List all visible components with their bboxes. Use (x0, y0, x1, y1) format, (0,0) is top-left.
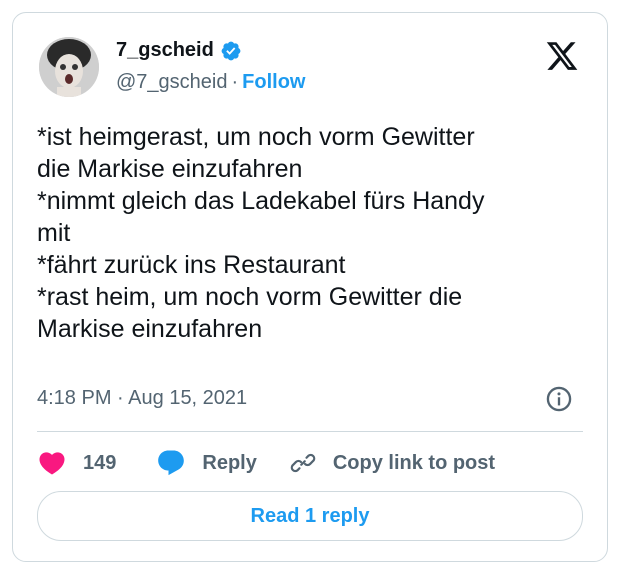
verified-badge-icon (221, 41, 241, 60)
divider (37, 431, 583, 432)
author-name-row: 7_gscheid (116, 39, 242, 62)
action-bar: 149 Reply Copy link to post (37, 445, 495, 481)
tweet-line: mit (37, 219, 71, 247)
avatar[interactable] (39, 37, 99, 97)
handle-separator: · (231, 71, 239, 93)
reply-label: Reply (202, 451, 257, 474)
tweet-line: *ist heimgerast, um noch vorm Gewitter (37, 123, 475, 151)
info-icon[interactable] (545, 385, 573, 413)
tweet-line: *rast heim, um noch vorm Gewitter die (37, 283, 463, 311)
heart-icon (39, 452, 65, 475)
follow-button[interactable]: Follow (242, 71, 305, 93)
tweet-date: Aug 15, 2021 (128, 387, 248, 409)
like-count: 149 (83, 451, 117, 474)
copy-link-button[interactable]: Copy link to post (289, 449, 495, 477)
read-reply-button[interactable]: Read 1 reply (37, 491, 583, 541)
like-button[interactable]: 149 (37, 448, 116, 478)
author-handle-row: @7_gscheid · Follow (116, 71, 305, 94)
tweet-card: 7_gscheid @7_gscheid · Follow *ist heimger… (12, 12, 608, 562)
read-reply-label: Read 1 reply (250, 504, 370, 527)
reply-button[interactable]: Reply (156, 448, 257, 478)
author-name[interactable]: 7_gscheid (116, 39, 214, 62)
author-handle[interactable]: @7_gscheid (116, 71, 227, 93)
copy-link-label: Copy link to post (332, 451, 496, 474)
timestamp-separator: · (117, 387, 124, 409)
tweet-timestamp[interactable]: 4:18 PM · Aug 15, 2021 (37, 387, 247, 410)
tweet-line: die Markise einzufahren (37, 155, 303, 183)
link-icon (290, 453, 316, 473)
tweet-time: 4:18 PM (37, 387, 112, 409)
tweet-line: *fährt zurück ins Restaurant (37, 251, 346, 279)
tweet-line: *nimmt gleich das Ladekabel fürs Handy (37, 187, 485, 215)
tweet-line: Markise einzufahren (37, 315, 263, 343)
tweet-text: *ist heimgerast, um noch vorm Gewitter d… (37, 121, 585, 345)
reply-bubble-icon (158, 450, 185, 476)
x-logo-icon[interactable] (545, 39, 579, 73)
